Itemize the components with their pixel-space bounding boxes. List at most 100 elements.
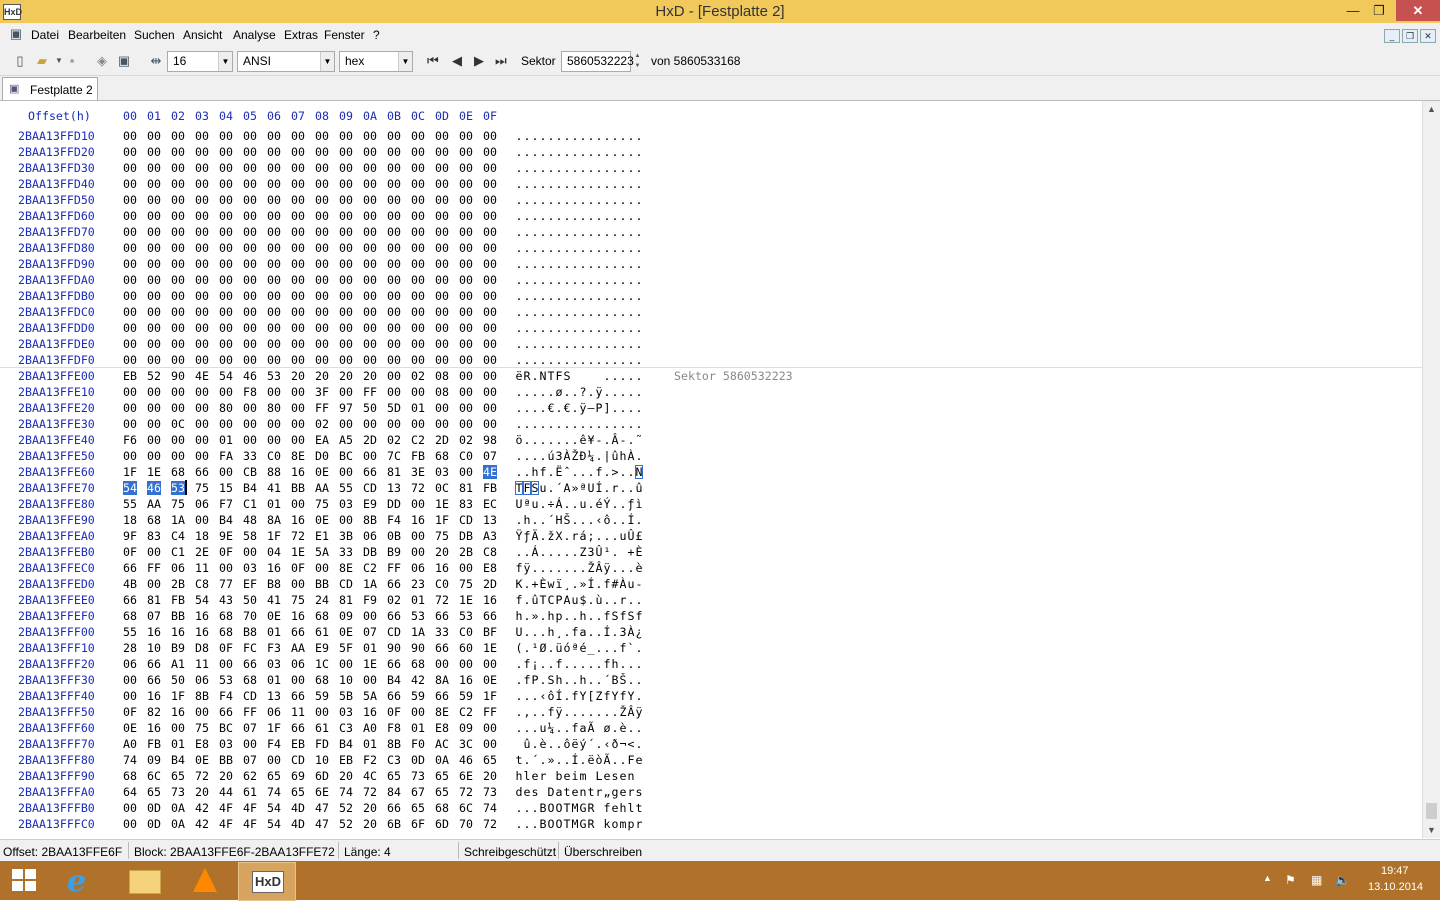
- hex-byte[interactable]: AC: [435, 737, 449, 751]
- hex-byte[interactable]: F9: [363, 593, 377, 607]
- hex-byte[interactable]: 00: [339, 513, 353, 527]
- hex-byte[interactable]: 00: [363, 305, 377, 319]
- previous-sector-icon[interactable]: ◀: [452, 53, 462, 69]
- hex-byte[interactable]: 08: [435, 385, 449, 399]
- hex-byte[interactable]: F8: [243, 385, 257, 399]
- hex-byte[interactable]: 00: [363, 225, 377, 239]
- hex-byte[interactable]: 4E: [483, 465, 497, 479]
- menu-extras[interactable]: Extras: [284, 28, 318, 42]
- hex-byte[interactable]: 00: [435, 305, 449, 319]
- hex-byte[interactable]: 42: [195, 817, 209, 831]
- hex-byte[interactable]: 00: [123, 449, 137, 463]
- hex-byte[interactable]: 01: [363, 641, 377, 655]
- hex-byte[interactable]: 58: [243, 529, 257, 543]
- hex-byte[interactable]: 00: [315, 161, 329, 175]
- hex-byte[interactable]: C0: [435, 577, 449, 591]
- hex-byte[interactable]: 00: [387, 193, 401, 207]
- hex-byte[interactable]: 00: [459, 225, 473, 239]
- hex-byte[interactable]: 00: [123, 177, 137, 191]
- hex-byte[interactable]: FB: [147, 737, 161, 751]
- hex-byte[interactable]: 54: [195, 593, 209, 607]
- hex-byte[interactable]: 00: [363, 193, 377, 207]
- last-sector-icon[interactable]: ⏭: [495, 53, 507, 69]
- hex-byte[interactable]: 02: [315, 417, 329, 431]
- hex-byte[interactable]: 20: [363, 801, 377, 815]
- ascii-text[interactable]: fÿ.......ŽÂÿ...è: [515, 561, 643, 575]
- hex-byte[interactable]: 00: [195, 145, 209, 159]
- hex-row[interactable]: 2BAA13FFEF0 68 07 BB 16 68 70 0E 16 68 09 00 66 53 66 5…: [0, 609, 1422, 625]
- hex-row[interactable]: 2BAA13FFD30 00 00 00 00 00 00 00 00 00 00 00 00 00 00 0…: [0, 161, 1422, 177]
- hex-byte[interactable]: 00: [267, 145, 281, 159]
- hex-byte[interactable]: 00: [171, 337, 185, 351]
- hex-byte[interactable]: F8: [387, 721, 401, 735]
- hex-byte[interactable]: 00: [123, 193, 137, 207]
- hex-byte[interactable]: EB: [339, 753, 353, 767]
- hex-byte[interactable]: B4: [171, 753, 185, 767]
- hex-byte[interactable]: 00: [267, 753, 281, 767]
- hex-byte[interactable]: 77: [219, 577, 233, 591]
- hex-byte[interactable]: E8: [195, 737, 209, 751]
- hex-byte[interactable]: 00: [267, 177, 281, 191]
- hex-byte[interactable]: 4D: [291, 817, 305, 831]
- hex-byte[interactable]: BC: [219, 721, 233, 735]
- hex-byte[interactable]: 43: [219, 593, 233, 607]
- ascii-text[interactable]: .fP.Sh..h..´BŠ..: [515, 673, 643, 687]
- hex-byte[interactable]: 00: [483, 385, 497, 399]
- hex-byte[interactable]: 00: [435, 225, 449, 239]
- hex-row[interactable]: 2BAA13FFF50 0F 82 16 00 66 FF 06 11 00 03 16 0F 00 8E C…: [0, 705, 1422, 721]
- ascii-text[interactable]: ................: [515, 417, 643, 431]
- hex-byte[interactable]: 00: [123, 305, 137, 319]
- hex-byte[interactable]: 00: [315, 225, 329, 239]
- ascii-text[interactable]: ..Á.....Z3Û¹. +È: [515, 545, 643, 559]
- hex-byte[interactable]: 0A: [171, 801, 185, 815]
- hex-byte[interactable]: 9F: [123, 529, 137, 543]
- ascii-text[interactable]: ................: [515, 177, 643, 191]
- hex-byte[interactable]: 8B: [363, 513, 377, 527]
- hex-byte[interactable]: 00: [267, 385, 281, 399]
- hex-byte[interactable]: 74: [483, 801, 497, 815]
- chevron-down-icon[interactable]: ▼: [398, 52, 412, 71]
- hex-row[interactable]: 2BAA13FFD40 00 00 00 00 00 00 00 00 00 00 00 00 00 00 0…: [0, 177, 1422, 193]
- hex-byte[interactable]: 60: [459, 641, 473, 655]
- hex-byte[interactable]: 00: [435, 241, 449, 255]
- hex-byte[interactable]: 16: [195, 609, 209, 623]
- hex-byte[interactable]: 1C: [315, 657, 329, 671]
- chevron-down-icon[interactable]: ▼: [320, 52, 334, 71]
- hex-byte[interactable]: 00: [147, 577, 161, 591]
- hex-byte[interactable]: 10: [315, 753, 329, 767]
- hex-byte[interactable]: F0: [411, 737, 425, 751]
- hex-byte[interactable]: 00: [219, 161, 233, 175]
- hex-byte[interactable]: 00: [387, 209, 401, 223]
- hex-byte[interactable]: 72: [363, 785, 377, 799]
- hex-byte[interactable]: 00: [171, 321, 185, 335]
- hex-byte[interactable]: 00: [123, 129, 137, 143]
- hex-byte[interactable]: 53: [219, 673, 233, 687]
- tray-expand-icon[interactable]: ▲: [1263, 873, 1272, 883]
- hex-byte[interactable]: 00: [483, 145, 497, 159]
- hex-row[interactable]: 2BAA13FFE20 00 00 00 00 80 00 80 00 FF 97 50 5D 01 00 0…: [0, 401, 1422, 417]
- hex-byte[interactable]: 00: [315, 705, 329, 719]
- hex-byte[interactable]: 06: [411, 561, 425, 575]
- hex-byte[interactable]: 00: [315, 241, 329, 255]
- hex-byte[interactable]: E1: [315, 529, 329, 543]
- hex-byte[interactable]: 67: [411, 785, 425, 799]
- hex-byte[interactable]: FF: [315, 401, 329, 415]
- ascii-text[interactable]: ...BOOTMGR kompr: [515, 817, 643, 831]
- hex-byte[interactable]: 00: [147, 225, 161, 239]
- ascii-text[interactable]: ...‹ôÍ.fY[ZfYfY.: [515, 689, 643, 703]
- hex-byte[interactable]: 00: [243, 337, 257, 351]
- hex-byte[interactable]: 42: [195, 801, 209, 815]
- hex-byte[interactable]: 00: [315, 209, 329, 223]
- hex-byte[interactable]: 00: [435, 289, 449, 303]
- open-file-icon[interactable]: ▰: [34, 53, 50, 69]
- hex-byte[interactable]: 00: [267, 241, 281, 255]
- hex-byte[interactable]: 80: [267, 401, 281, 415]
- hex-byte[interactable]: 00: [243, 545, 257, 559]
- hex-byte[interactable]: 53: [171, 481, 185, 495]
- hex-byte[interactable]: 00: [147, 449, 161, 463]
- hex-byte[interactable]: C8: [483, 545, 497, 559]
- hex-byte[interactable]: 00: [147, 353, 161, 367]
- offset-base-select[interactable]: hex ▼: [339, 51, 413, 72]
- hex-byte[interactable]: 1F: [267, 529, 281, 543]
- hex-byte[interactable]: 00: [219, 321, 233, 335]
